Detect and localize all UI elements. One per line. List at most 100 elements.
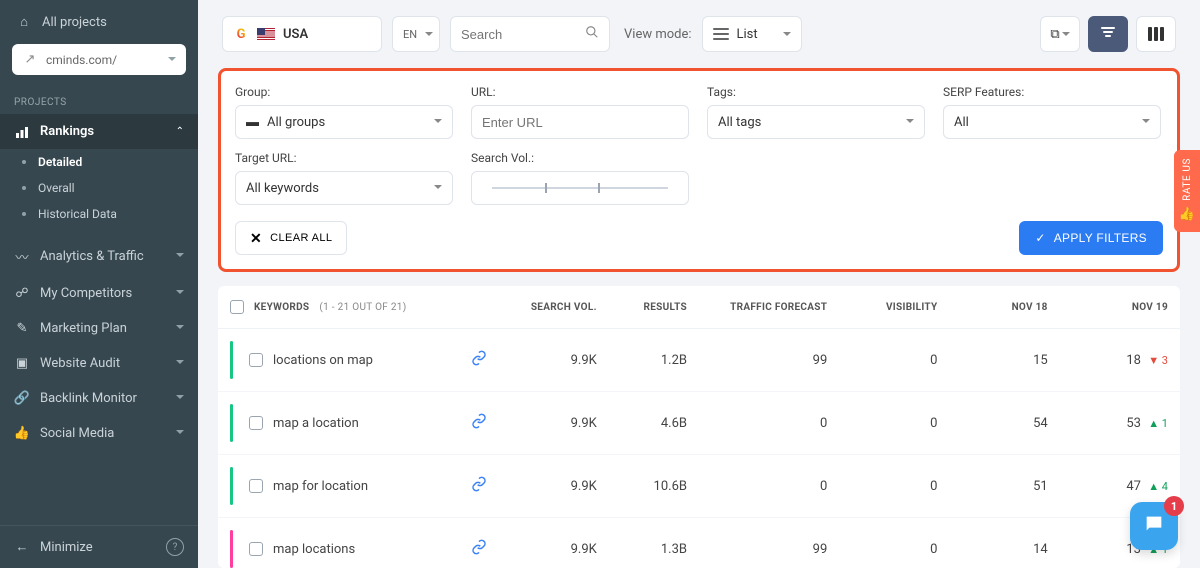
cell-results: 1.2B — [609, 329, 699, 392]
th-visibility[interactable]: VISIBILITY — [839, 286, 949, 329]
chevron-up-icon: ⌃ — [176, 126, 184, 137]
nav-competitors[interactable]: ☍My Competitors — [0, 276, 198, 311]
serp-label: SERP Features: — [943, 85, 1161, 99]
cell-search-vol: 9.9K — [499, 392, 609, 455]
url-input-wrap[interactable] — [471, 105, 689, 139]
search-icon — [585, 25, 599, 43]
filter-icon — [1100, 25, 1116, 43]
cell-traffic: 0 — [699, 455, 839, 518]
nav-backlink[interactable]: 🔗Backlink Monitor — [0, 381, 198, 416]
apply-filters-button[interactable]: ✓ APPLY FILTERS — [1019, 221, 1163, 255]
chat-button[interactable]: 1 — [1130, 502, 1178, 550]
link-icon[interactable] — [471, 476, 487, 496]
row-color-bar — [230, 467, 233, 505]
target-url-select[interactable]: All keywords — [235, 171, 453, 205]
nav-social[interactable]: 👍Social Media — [0, 416, 198, 451]
chevron-down-icon — [176, 323, 184, 334]
marketing-icon: ✎ — [14, 321, 30, 336]
chevron-down-icon — [176, 393, 184, 404]
competitors-icon: ☍ — [14, 286, 30, 301]
th-results[interactable]: RESULTS — [609, 286, 699, 329]
all-projects-link[interactable]: ⌂ All projects — [12, 12, 186, 40]
chevron-down-icon — [434, 183, 442, 194]
th-keywords-count: (1 - 21 OUT OF 21) — [319, 302, 406, 313]
th-nov18[interactable]: NOV 18 — [949, 286, 1059, 329]
row-checkbox[interactable] — [249, 353, 263, 367]
th-nov19[interactable]: NOV 19 — [1060, 286, 1180, 329]
chevron-down-icon — [176, 251, 184, 262]
home-icon: ⌂ — [16, 14, 32, 30]
analytics-icon: 〰 — [14, 247, 30, 266]
search-input[interactable] — [461, 27, 577, 42]
clear-all-button[interactable]: ✕ CLEAR ALL — [235, 221, 347, 255]
subnav-historical[interactable]: Historical Data — [0, 201, 198, 227]
minimize-button[interactable]: ← Minimize ? — [0, 525, 198, 568]
cell-traffic: 99 — [699, 518, 839, 568]
th-search-vol[interactable]: SEARCH VOL. — [499, 286, 609, 329]
keyword-text: locations on map — [273, 353, 373, 368]
check-icon: ✓ — [1035, 231, 1045, 245]
nav-rankings-label: Rankings — [40, 124, 94, 139]
link-icon[interactable] — [471, 350, 487, 370]
cell-visibility: 0 — [839, 392, 949, 455]
chevron-down-icon — [425, 28, 433, 41]
tags-select[interactable]: All tags — [707, 105, 925, 139]
copy-button[interactable]: ⧉ — [1040, 16, 1080, 52]
nav-rankings[interactable]: Rankings ⌃ — [0, 114, 198, 149]
chevron-down-icon — [783, 27, 791, 42]
columns-button[interactable] — [1136, 16, 1176, 52]
subnav-detailed[interactable]: Detailed — [0, 149, 198, 175]
link-icon[interactable] — [471, 413, 487, 433]
serp-select[interactable]: All — [943, 105, 1161, 139]
delta-up-icon: ▲ 1 — [1148, 417, 1168, 430]
search-vol-slider[interactable] — [471, 171, 689, 205]
help-icon[interactable]: ? — [166, 538, 184, 556]
toolbar-search[interactable] — [450, 16, 610, 52]
chevron-down-icon — [906, 117, 914, 128]
table-row[interactable]: map for location 9.9K 10.6B 0 0 51 47 ▲ … — [218, 455, 1180, 518]
th-traffic[interactable]: TRAFFIC FORECAST — [699, 286, 839, 329]
chevron-down-icon — [434, 117, 442, 128]
th-keywords[interactable]: KEYWORDS — [254, 302, 309, 313]
close-icon: ✕ — [250, 230, 262, 247]
filter-toggle-button[interactable] — [1088, 16, 1128, 52]
search-vol-label: Search Vol.: — [471, 151, 689, 165]
url-input[interactable] — [482, 115, 678, 130]
view-mode-selector[interactable]: List — [702, 16, 802, 52]
tags-label: Tags: — [707, 85, 925, 99]
cell-nov18: 54 — [949, 392, 1059, 455]
cell-visibility: 0 — [839, 455, 949, 518]
cell-results: 4.6B — [609, 392, 699, 455]
link-icon[interactable] — [471, 539, 487, 559]
table-row[interactable]: map locations 9.9K 1.3B 99 0 14 13 ▲ 1 — [218, 518, 1180, 568]
folder-icon: ▬ — [246, 114, 259, 130]
lang-selector[interactable]: EN — [392, 16, 440, 52]
row-color-bar — [230, 341, 233, 379]
arrow-left-icon: ← — [14, 539, 30, 555]
all-projects-label: All projects — [42, 15, 107, 30]
cell-visibility: 0 — [839, 329, 949, 392]
chevron-down-icon — [1142, 117, 1150, 128]
table-row[interactable]: map a location 9.9K 4.6B 0 0 54 53 ▲ 1 — [218, 392, 1180, 455]
select-all-checkbox[interactable] — [230, 300, 244, 314]
nav-analytics[interactable]: 〰Analytics & Traffic — [0, 237, 198, 276]
row-checkbox[interactable] — [249, 416, 263, 430]
thumbs-up-icon: 👍 — [1179, 207, 1195, 222]
cell-nov18: 15 — [949, 329, 1059, 392]
row-checkbox[interactable] — [249, 479, 263, 493]
cell-traffic: 99 — [699, 329, 839, 392]
project-selector[interactable]: ↗ cminds.com/ — [12, 44, 186, 75]
cell-traffic: 0 — [699, 392, 839, 455]
row-checkbox[interactable] — [249, 542, 263, 556]
table-row[interactable]: locations on map 9.9K 1.2B 99 0 15 18 ▼ … — [218, 329, 1180, 392]
nav-audit[interactable]: ▣Website Audit — [0, 346, 198, 381]
chat-icon — [1143, 513, 1165, 539]
url-label: URL: — [471, 85, 689, 99]
rate-us-tab[interactable]: RATE US 👍 — [1174, 150, 1200, 232]
group-select[interactable]: ▬ All groups — [235, 105, 453, 139]
subnav-overall[interactable]: Overall — [0, 175, 198, 201]
cell-search-vol: 9.9K — [499, 518, 609, 568]
cell-nov19: 18 ▼ 3 — [1060, 329, 1180, 392]
country-selector[interactable]: G USA — [222, 16, 382, 52]
nav-marketing[interactable]: ✎Marketing Plan — [0, 311, 198, 346]
